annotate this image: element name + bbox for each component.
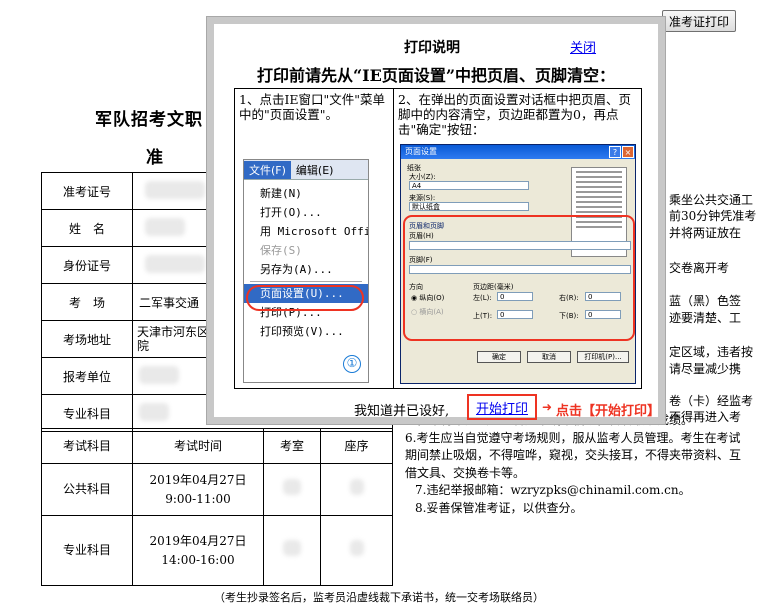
rule-line: 借文具、交换卷卡等。 (405, 465, 526, 480)
close-link[interactable]: 关闭 (570, 37, 596, 56)
dialog-titlebar: 页面设置 ? × (401, 145, 635, 159)
confirm-text: 我知道并已设好, (354, 404, 450, 419)
exam-time: 14:00-16:00 (161, 552, 235, 567)
cell-room (263, 463, 321, 516)
dialog-ok-button: 确定 (477, 351, 521, 363)
header-room: 考室 (263, 428, 321, 464)
step-2-text: 2、在弹出的页面设置对话框中把页眉、页脚中的内容清空，页边距都置为0，再点击"确… (398, 92, 631, 137)
arrow-right-icon: ➜ (542, 400, 553, 414)
rule-fragment: 乘坐公共交通工 (669, 193, 754, 207)
step-number-marker: ① (343, 355, 361, 373)
rule-fragment: 蓝（黑）色签 (669, 294, 742, 308)
ticket-subtitle: 准 (146, 148, 163, 168)
highlight-circle (403, 215, 635, 341)
cell-seat (320, 463, 393, 516)
rule-fragment: 请尽量减少携 (669, 362, 742, 376)
label-apply-unit: 报考单位 (41, 357, 133, 395)
menu-item-new: 新建(N) (260, 187, 302, 200)
dialog-cancel-button: 取消 (527, 351, 571, 363)
rule-fragment: 卷（卡）经监考 (669, 394, 754, 408)
table-row: 公共科目 2019年04月27日 9:00-11:00 (41, 463, 393, 516)
start-print-hint: 点击【开始打印】 (556, 404, 661, 419)
menu-item-office: 用 Microsoft Offic (260, 225, 369, 238)
dialog-printer-button: 打印机(P)... (577, 351, 629, 363)
header-seat: 座序 (320, 428, 393, 464)
menu-edit: 编辑(E) (295, 163, 334, 177)
cell-time: 2019年04月27日 9:00-11:00 (132, 463, 264, 516)
ticket-title: 军队招考文职 (95, 110, 203, 130)
rule-line: 7.违纪举报邮箱：wzryzpks@chinamil.com.cn。 (415, 483, 691, 497)
menu-item-save-as: 另存为(A)... (260, 263, 333, 276)
menu-item-save: 保存(S) (260, 244, 302, 257)
menu-file: 文件(F) (244, 160, 291, 179)
label-id-no: 身份证号 (41, 246, 133, 284)
rule-fragment: 定区域，违者按 (669, 345, 754, 359)
label-major-subject: 专业科目 (41, 394, 133, 432)
exam-rules: 室，不得带走试卷、答题卡或草稿纸，否者取消成绩。 6.考生应当自觉遵守考场规则，… (405, 412, 755, 517)
exam-schedule-table: 考试科目 考试时间 考室 座序 公共科目 2019年04月27日 9:00-11:… (41, 428, 393, 586)
file-menu-screenshot: 文件(F) 编辑(E) 新建(N) 打开(O)... 用 Microsoft O… (243, 159, 369, 383)
step-1-text: 1、点击IE窗口"文件"菜单中的"页面设置"。 (239, 92, 386, 122)
step-2: 2、在弹出的页面设置对话框中把页眉、页脚中的内容清空，页边距都置为0，再点击"确… (394, 89, 641, 388)
label-exam-room: 考 场 (41, 283, 133, 321)
dialog-title: 页面设置 (405, 147, 437, 156)
page-setup-dialog-screenshot: 页面设置 ? × 纸张 大小(Z): A4 来源(S): 默认纸盒 页眉和页脚 … (400, 144, 636, 384)
start-print-link[interactable]: 开始打印 (467, 394, 537, 420)
menu-item-print-preview: 打印预览(V)... (260, 325, 344, 338)
cell-seat (320, 515, 393, 586)
exam-time: 9:00-11:00 (165, 491, 231, 506)
rule-line: 8.妥善保管准考证，以供查分。 (415, 500, 583, 515)
menu-separator (250, 281, 362, 282)
help-icon: ? (609, 146, 621, 158)
label-ticket-no: 准考证号 (41, 172, 133, 210)
menu-bar: 文件(F) 编辑(E) (244, 160, 368, 180)
header-subject: 考试科目 (41, 428, 133, 464)
label-exam-address: 考场地址 (41, 320, 133, 358)
step-1: 1、点击IE窗口"文件"菜单中的"页面设置"。 文件(F) 编辑(E) 新建(N… (235, 89, 394, 388)
header-time: 考试时间 (132, 428, 264, 464)
rule-fragment: 迹要清楚、工 (669, 311, 742, 325)
label-name: 姓 名 (41, 209, 133, 247)
footer-note: （考生抄录签名后，监考员沿虚线裁下承诺书，统一交考场联络员） (214, 591, 544, 604)
highlight-circle (246, 285, 364, 311)
size-select: A4 (409, 181, 529, 190)
rule-fragment: 并将两证放在 (669, 226, 742, 240)
close-icon: × (622, 146, 634, 158)
modal-title: 打印说明 (404, 40, 460, 56)
rule-fragment: 前30分钟凭准考 (669, 209, 757, 223)
source-select: 默认纸盒 (409, 202, 529, 211)
table-row: 专业科目 2019年04月27日 14:00-16:00 (41, 515, 393, 586)
cell-time: 2019年04月27日 14:00-16:00 (132, 515, 264, 586)
cell-room (263, 515, 321, 586)
rule-line: 6.考生应当自觉遵守考场规则，服从监考人员管理。考生在考试 (405, 430, 741, 445)
cell-subject: 公共科目 (41, 463, 133, 516)
print-ticket-button[interactable]: 准考证打印 (662, 10, 736, 32)
exam-date: 2019年04月27日 (149, 533, 247, 548)
print-instructions-modal: 打印说明 关闭 打印前请先从“IE页面设置”中把页眉、页脚清空： 1、点击IE窗… (207, 17, 665, 424)
steps-container: 1、点击IE窗口"文件"菜单中的"页面设置"。 文件(F) 编辑(E) 新建(N… (234, 88, 642, 389)
cell-subject: 专业科目 (41, 515, 133, 586)
modal-heading: 打印前请先从“IE页面设置”中把页眉、页脚清空： (256, 66, 616, 85)
exam-date: 2019年04月27日 (149, 472, 247, 487)
rule-line: 期间禁止吸烟，不得喧哗，窥视，交头接耳，不得夹带资料、互 (405, 448, 742, 462)
rule-fragment: 交卷离开考 (669, 261, 730, 275)
menu-item-open: 打开(O)... (260, 206, 322, 219)
